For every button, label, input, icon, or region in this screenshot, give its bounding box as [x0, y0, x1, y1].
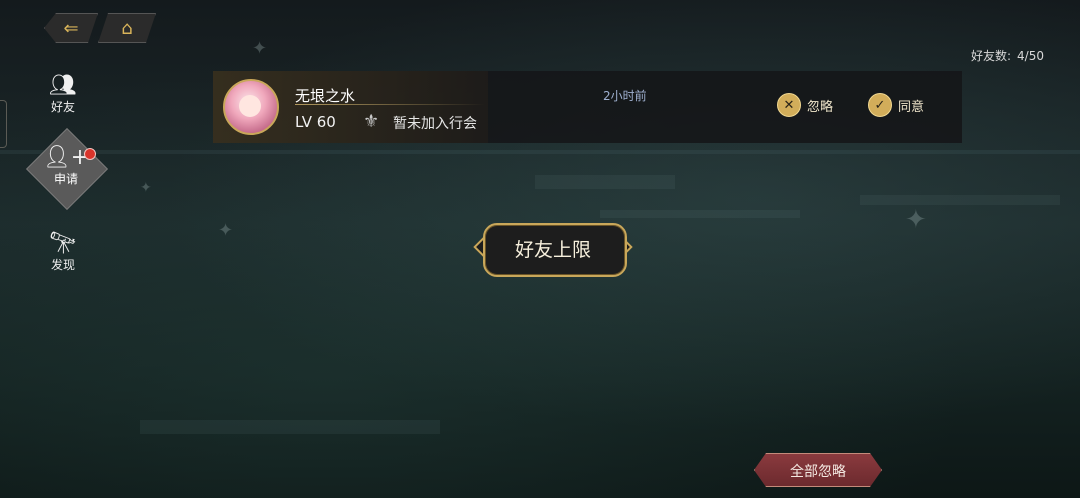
- friend-count-label: 好友数:: [971, 49, 1012, 63]
- guild-status: 暂未加入行会: [393, 116, 477, 132]
- friend-request-row: 无垠之水 LV 60 ⚜ 暂未加入行会 2小时前 ✕ 忽略 ✓ 同意: [213, 71, 962, 143]
- bg-structure: [600, 210, 800, 218]
- check-icon: ✓: [868, 93, 892, 117]
- sparkle-icon: ✦: [252, 38, 268, 59]
- agree-button[interactable]: ✓ 同意: [868, 93, 924, 117]
- sidebar-item-label: 发现: [50, 258, 75, 272]
- sparkle-icon: ✦: [218, 220, 234, 241]
- notification-badge: [84, 148, 96, 160]
- guild-icon: ⚜: [363, 111, 380, 132]
- player-level: LV 60: [295, 113, 336, 131]
- friend-limit-toast: 好友上限: [473, 220, 633, 278]
- sidebar-item-discover[interactable]: 🔭︎ 发现: [30, 232, 96, 273]
- player-name: 无垠之水: [295, 87, 356, 105]
- bg-structure: [0, 150, 1080, 154]
- player-card[interactable]: 无垠之水 LV 60 ⚜ 暂未加入行会: [213, 71, 488, 143]
- bg-structure: [140, 420, 440, 434]
- ignore-label: 忽略: [807, 99, 834, 115]
- avatar-portrait: [239, 95, 261, 117]
- agree-label: 同意: [898, 99, 925, 115]
- avatar[interactable]: [223, 79, 279, 135]
- side-edge-tab[interactable]: [0, 100, 7, 148]
- home-icon: ⌂: [121, 17, 133, 39]
- back-button[interactable]: ⇐: [44, 13, 98, 43]
- sidebar-item-label: 好友: [50, 100, 75, 114]
- friend-limit-text: 好友上限: [514, 239, 591, 261]
- sidebar-item-label: 申请: [53, 172, 78, 186]
- ignore-all-button[interactable]: 全部忽略: [754, 453, 882, 487]
- telescope-icon: 🔭︎: [49, 231, 77, 256]
- ignore-all-label: 全部忽略: [790, 464, 846, 480]
- friend-count: 好友数: 4/50: [965, 47, 1044, 64]
- name-divider: [295, 104, 485, 105]
- sidebar-item-requests[interactable]: 👤︎+ 申请: [25, 127, 110, 218]
- friends-icon: 👥︎: [49, 73, 77, 98]
- ignore-button[interactable]: ✕ 忽略: [777, 93, 833, 117]
- back-arrow-icon: ⇐: [63, 17, 79, 39]
- close-icon: ✕: [777, 93, 801, 117]
- sparkle-icon: ✦: [905, 205, 927, 235]
- bg-structure: [535, 175, 675, 189]
- sidebar-item-friends[interactable]: 👥︎ 好友: [30, 74, 96, 115]
- request-time: 2小时前: [603, 89, 647, 103]
- home-button[interactable]: ⌂: [98, 13, 156, 43]
- bg-structure: [860, 195, 1060, 205]
- sparkle-icon: ✦: [140, 180, 152, 196]
- friend-count-value: 4/50: [1017, 49, 1044, 63]
